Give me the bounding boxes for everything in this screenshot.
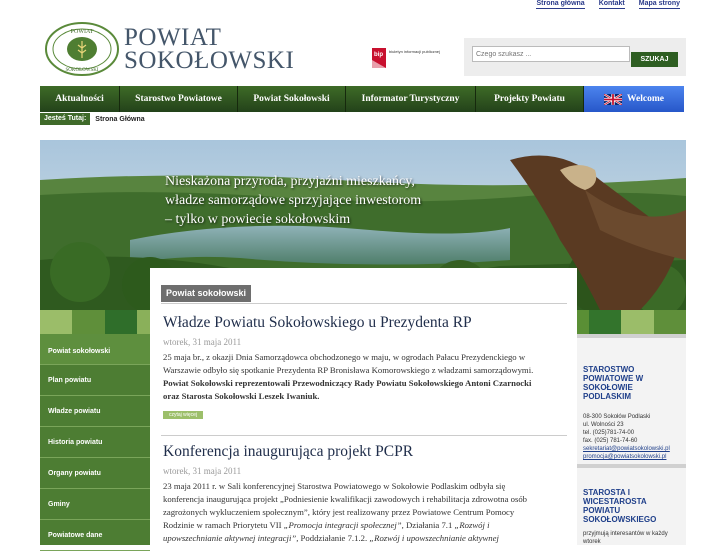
starosta-info-box: STAROSTA I WICESTAROSTA POWIATU SOKOŁOWS… xyxy=(577,464,686,545)
banner-slogan: Nieskażona przyroda, przyjaźni mieszkańc… xyxy=(165,172,421,229)
office-tel: tel. (025)781-74-00 xyxy=(583,430,635,436)
breadcrumb-label: Jesteś Tutaj: xyxy=(40,113,91,125)
starosta-title: STAROSTA I WICESTAROSTA POWIATU SOKOŁOWS… xyxy=(583,488,657,524)
nav-welcome-label: Welcome xyxy=(627,94,664,104)
article-1-body: 25 maja br., z okazji Dnia Samorządowca … xyxy=(163,351,543,403)
right-sidebar: STAROSTWO POWIATOWE W SOKOŁOWIE PODLASKI… xyxy=(577,334,686,545)
main-nav: Aktualności Starostwo Powiatowe Powiat S… xyxy=(40,86,684,112)
search-button[interactable]: SZUKAJ xyxy=(631,52,678,67)
left-menu-historia[interactable]: Historia powiatu xyxy=(40,427,150,458)
article-2-body: 23 maja 2011 r. w Sali konferencyjnej St… xyxy=(163,480,543,545)
left-menu: Powiat sokołowski Plan powiatu Władze po… xyxy=(40,334,150,551)
breadcrumb-current[interactable]: Strona Główna xyxy=(95,116,144,123)
read-more-button[interactable]: czytaj więcej xyxy=(163,411,204,419)
article-separator xyxy=(161,435,567,436)
top-link-contact[interactable]: Kontakt xyxy=(598,0,625,9)
article-2-date: wtorek, 31 maja 2011 xyxy=(163,466,242,476)
article-1: Władze Powiatu Sokołowskiego u Prezydent… xyxy=(163,314,543,421)
left-menu-dane[interactable]: Powiatowe dane xyxy=(40,520,150,551)
office-title: STAROSTWO POWIATOWE W SOKOŁOWIE PODLASKI… xyxy=(583,365,644,401)
office-info-box: STAROSTWO POWIATOWE W SOKOŁOWIE PODLASKI… xyxy=(577,334,686,464)
search-input[interactable] xyxy=(472,46,630,62)
office-email-2[interactable]: promocja@powiatsokolowski.pl xyxy=(583,453,682,461)
nav-aktualnosci[interactable]: Aktualności xyxy=(40,86,120,112)
article-2-title[interactable]: Konferencja inaugurująca projekt PCPR xyxy=(163,443,543,461)
top-link-home[interactable]: Strona główna xyxy=(536,0,585,9)
left-menu-powiat[interactable]: Powiat sokołowski xyxy=(40,334,150,365)
article-2-t2: , Działania 7.1 xyxy=(401,520,453,530)
breadcrumb: Jesteś Tutaj: Strona Główna xyxy=(40,113,145,125)
nav-starostwo[interactable]: Starostwo Powiatowe xyxy=(120,86,238,112)
bip-caption: biuletyn informacji publicznej xyxy=(389,49,440,54)
left-menu-wladze[interactable]: Władze powiatu xyxy=(40,396,150,427)
nav-projekty[interactable]: Projekty Powiatu xyxy=(476,86,584,112)
left-menu-gminy[interactable]: Gminy xyxy=(40,489,150,520)
article-2: Konferencja inaugurująca projekt PCPR wt… xyxy=(163,443,543,545)
left-menu-organy[interactable]: Organy powiatu xyxy=(40,458,150,489)
nav-powiat[interactable]: Powiat Sokołowski xyxy=(238,86,346,112)
article-1-p1: 25 maja br., z okazji Dnia Samorządowca … xyxy=(163,352,534,375)
site-title-line1: POWIAT xyxy=(124,24,222,51)
uk-flag-icon xyxy=(604,93,623,105)
article-1-p2: Powiat Sokołowski reprezentowali Przewod… xyxy=(163,378,532,401)
search-area: SZUKAJ xyxy=(464,38,686,76)
office-addr2: ul. Wolności 23 xyxy=(583,422,624,428)
article-2-i3: „Rozwój i upowszechnianie aktywnej xyxy=(369,533,499,543)
article-2-i1: „Promocja integracji społecznej” xyxy=(283,520,402,530)
top-link-sitemap[interactable]: Mapa strony xyxy=(638,0,680,9)
nav-informator[interactable]: Informator Turystyczny xyxy=(346,86,476,112)
office-fax: fax. (025) 781-74-60 xyxy=(583,438,638,444)
bip-mark: bip xyxy=(374,52,383,58)
slogan-line2: władze samorządowe sprzyjające inwestoro… xyxy=(165,193,422,208)
starosta-text: przyjmują interesantów w każdy wtorek xyxy=(583,531,668,545)
logo-ring-bottom: SOKOŁOWSKI xyxy=(65,68,98,73)
left-menu-plan[interactable]: Plan powiatu xyxy=(40,365,150,396)
slogan-line3: – tylko w powiecie sokołowskim xyxy=(165,212,351,227)
powiat-logo[interactable]: POWIAT SOKOŁOWSKI xyxy=(44,21,120,77)
nav-welcome[interactable]: Welcome xyxy=(584,86,684,112)
office-addr1: 08-300 Sokołów Podlaski xyxy=(583,414,651,420)
site-title[interactable]: POWIAT SOKOŁOWSKI xyxy=(124,24,295,74)
top-links: Strona główna Kontakt Mapa strony xyxy=(536,0,680,9)
slogan-line1: Nieskażona przyroda, przyjaźni mieszkańc… xyxy=(165,174,415,189)
article-1-date: wtorek, 31 maja 2011 xyxy=(163,337,242,347)
main-content: Powiat sokołowski Władze Powiatu Sokołow… xyxy=(150,268,577,545)
article-2-t3: , Poddziałanie 7.1.2. xyxy=(296,533,368,543)
site-title-line2: SOKOŁOWSKI xyxy=(124,47,295,74)
section-divider xyxy=(161,303,567,304)
article-1-title[interactable]: Władze Powiatu Sokołowskiego u Prezydent… xyxy=(163,314,543,332)
office-address: 08-300 Sokołów Podlaski ul. Wolności 23 … xyxy=(583,413,682,461)
logo-ring-top: POWIAT xyxy=(71,29,94,35)
section-title: Powiat sokołowski xyxy=(161,285,252,302)
office-email-1[interactable]: sekretariat@powiatsokolowski.pl xyxy=(583,445,682,453)
